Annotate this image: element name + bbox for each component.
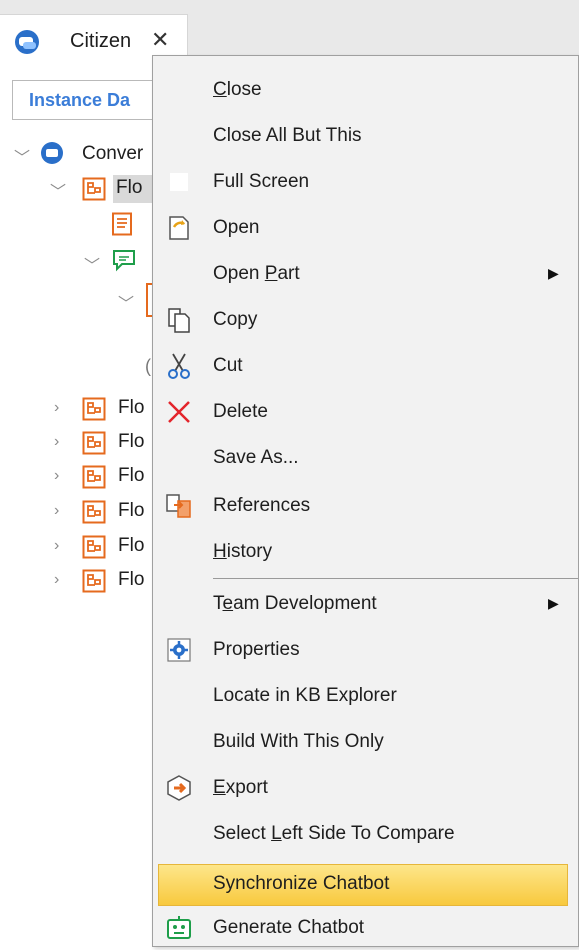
menu-item-label: Build With This Only: [213, 731, 384, 752]
generate-chatbot-icon: [167, 916, 191, 939]
flow-icon: [82, 431, 106, 455]
menu-item-label: Copy: [213, 309, 258, 330]
menu-item-label: Locate in KB Explorer: [213, 685, 397, 706]
menu-item-label: Save As...: [213, 447, 299, 468]
references-icon: [166, 494, 191, 518]
submenu-arrow-icon: ▶: [548, 595, 559, 611]
full-screen-icon: [170, 173, 188, 191]
context-menu: Close Close All But This Full Screen Ope…: [152, 55, 579, 947]
chevron-right-icon[interactable]: ›: [54, 502, 59, 520]
menu-item-label: Close: [213, 79, 262, 100]
menu-item-history[interactable]: History: [153, 530, 578, 574]
menu-item-locate-in-kb-explorer[interactable]: Locate in KB Explorer: [153, 674, 578, 718]
delete-icon: [168, 401, 190, 423]
menu-item-delete[interactable]: Delete: [153, 390, 578, 434]
root-node-label[interactable]: Conver: [82, 143, 143, 165]
export-icon: [167, 775, 191, 801]
submenu-arrow-icon: ▶: [548, 265, 559, 281]
flow-label: Flo: [118, 397, 145, 418]
flow-icon: [82, 535, 106, 559]
instance-data-label: Instance Da: [29, 90, 131, 110]
close-tab-icon[interactable]: ✕: [151, 28, 169, 52]
conversation-icon: [41, 142, 63, 164]
menu-item-label: References: [213, 495, 311, 516]
menu-item-label: Cut: [213, 355, 243, 376]
menu-item-close[interactable]: Close: [153, 68, 578, 112]
chevron-down-icon[interactable]: ﹀: [84, 252, 100, 276]
menu-item-label: Export: [213, 777, 268, 798]
chevron-right-icon[interactable]: ›: [54, 571, 59, 589]
menu-item-label: Select Left Side To Compare: [213, 823, 455, 844]
open-icon: [169, 216, 189, 240]
chevron-right-icon[interactable]: ›: [54, 433, 59, 451]
menu-separator: [213, 578, 578, 579]
menu-item-generate-chatbot[interactable]: Generate Chatbot: [153, 906, 578, 950]
instance-data-field[interactable]: Instance Da: [12, 80, 162, 120]
menu-item-label: Generate Chatbot: [213, 917, 365, 938]
chevron-down-icon[interactable]: ﹀: [14, 144, 30, 168]
menu-item-synchronize-chatbot[interactable]: Synchronize Chatbot: [153, 862, 578, 906]
menu-item-label: Delete: [213, 401, 268, 422]
menu-item-label: Synchronize Chatbot: [213, 873, 390, 894]
cut-icon: [168, 353, 190, 379]
menu-item-cut[interactable]: Cut: [153, 344, 578, 388]
menu-item-label: Close All But This: [213, 125, 362, 146]
menu-item-references[interactable]: References: [153, 484, 578, 528]
menu-item-select-left-side-to-compare[interactable]: Select Left Side To Compare: [153, 812, 578, 856]
flow-label: Flo: [118, 569, 145, 590]
chevron-down-icon[interactable]: ﹀: [118, 290, 134, 314]
document-icon: [112, 212, 132, 236]
chevron-right-icon[interactable]: ›: [54, 537, 59, 555]
copy-icon: [168, 308, 190, 333]
menu-item-save-as[interactable]: Save As...: [153, 436, 578, 480]
properties-icon: [167, 638, 191, 662]
menu-item-label: Properties: [213, 639, 300, 660]
tab-title: Citizen: [70, 30, 132, 52]
flow-icon: [82, 465, 106, 489]
chevron-down-icon[interactable]: ﹀: [50, 178, 66, 202]
message-icon: [113, 250, 135, 272]
flow-icon: [82, 500, 106, 524]
menu-item-copy[interactable]: Copy: [153, 298, 578, 342]
menu-item-build-with-this-only[interactable]: Build With This Only: [153, 720, 578, 764]
partial-node-glyph: (: [145, 356, 151, 376]
flow-label: Flo: [118, 500, 145, 521]
chevron-right-icon[interactable]: ›: [54, 467, 59, 485]
flow-label: Flo: [118, 535, 145, 556]
menu-item-open[interactable]: Open: [153, 206, 578, 250]
menu-item-full-screen[interactable]: Full Screen: [153, 160, 578, 204]
menu-item-label: History: [213, 541, 273, 562]
menu-item-export[interactable]: Export: [153, 766, 578, 810]
chatbot-app-icon: [15, 30, 39, 54]
flow-label[interactable]: Flo: [116, 177, 142, 199]
flow-label: Flo: [118, 465, 145, 486]
flow-icon: [82, 397, 106, 421]
menu-item-label: Full Screen: [213, 171, 310, 192]
chevron-right-icon[interactable]: ›: [54, 399, 59, 417]
flow-icon: [82, 177, 106, 201]
menu-item-label: Open: [213, 217, 260, 238]
menu-item-properties[interactable]: Properties: [153, 628, 578, 672]
menu-item-close-all-but-this[interactable]: Close All But This: [153, 114, 578, 158]
menu-item-open-part[interactable]: Open Part ▶: [153, 252, 578, 296]
flow-label: Flo: [118, 431, 145, 452]
flow-icon: [82, 569, 106, 593]
menu-item-team-development[interactable]: Team Development ▶: [153, 582, 578, 626]
menu-item-label: Open Part: [213, 263, 300, 284]
menu-item-label: Team Development: [213, 593, 377, 614]
